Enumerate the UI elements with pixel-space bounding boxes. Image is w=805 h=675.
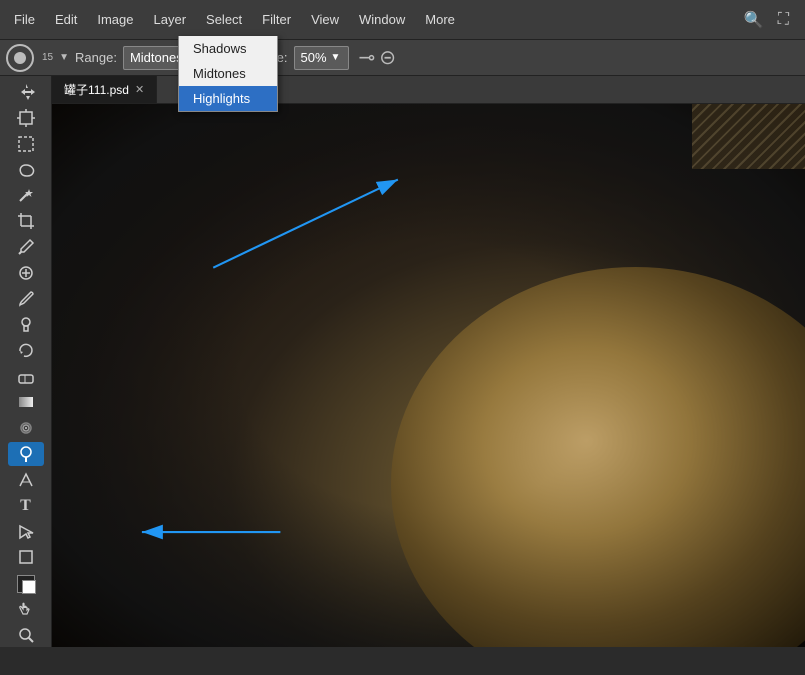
menu-image[interactable]: Image: [87, 0, 143, 39]
search-icon[interactable]: 🔍: [740, 6, 768, 34]
menu-bar: File Edit Image Layer Select Filter View…: [0, 0, 805, 40]
menu-file[interactable]: File: [4, 0, 45, 39]
tool-brush[interactable]: [8, 287, 44, 311]
history-brush-icon: [17, 342, 35, 360]
background-color[interactable]: [22, 580, 36, 594]
tool-eyedropper[interactable]: [8, 235, 44, 259]
tool-move[interactable]: [8, 80, 44, 104]
brush-preview[interactable]: [6, 44, 34, 72]
toolbar: T: [0, 76, 52, 647]
menu-layer[interactable]: Layer: [144, 0, 197, 39]
heal-icon: [17, 264, 35, 282]
tool-crop[interactable]: [8, 209, 44, 233]
options-bar: 15 ▼ Range: Midtones ▼ Exposure: 50% ▼ ⊸…: [0, 40, 805, 76]
brush-size-label: 15: [42, 52, 53, 63]
foreground-color[interactable]: [17, 575, 35, 593]
tab-bar: 罐子111.psd ✕: [52, 76, 805, 104]
tool-marquee[interactable]: [8, 132, 44, 156]
brush-size-arrow[interactable]: ▼: [59, 52, 69, 63]
menu-window[interactable]: Window: [349, 0, 415, 39]
main-area: T 罐子111.psd ✕: [0, 76, 805, 647]
photo-stripes: [692, 104, 805, 169]
tool-heal[interactable]: [8, 261, 44, 285]
move-icon: [16, 82, 36, 102]
brush-circle-inner: [14, 52, 26, 64]
path-select-icon: [17, 523, 35, 541]
tool-pen[interactable]: [8, 468, 44, 492]
tool-lasso[interactable]: [8, 158, 44, 182]
stamp-icon: [17, 316, 35, 334]
tool-shape[interactable]: [8, 545, 44, 569]
tool-history-brush[interactable]: [8, 339, 44, 363]
eraser-icon: [17, 367, 35, 385]
dodge-icon: [17, 445, 35, 463]
brush-style-icons: ⊸ ⊝: [359, 45, 397, 70]
exposure-value[interactable]: 50% ▼: [294, 46, 349, 70]
canvas-area: 罐子111.psd ✕: [52, 76, 805, 647]
tab-close-button[interactable]: ✕: [135, 83, 144, 96]
exposure-arrow: ▼: [331, 52, 341, 63]
tool-stamp[interactable]: [8, 313, 44, 337]
tool-blur[interactable]: [8, 416, 44, 440]
artboard-icon: [17, 109, 35, 127]
fullscreen-icon[interactable]: ⛶: [774, 7, 793, 33]
tool-artboard[interactable]: [8, 106, 44, 130]
pressure-icon[interactable]: ⊝: [379, 45, 396, 70]
hand-icon: [17, 600, 35, 618]
menu-more[interactable]: More: [415, 0, 465, 39]
menu-edit[interactable]: Edit: [45, 0, 87, 39]
tab-file[interactable]: 罐子111.psd ✕: [52, 76, 157, 103]
exposure-number: 50%: [301, 50, 327, 65]
tool-hand[interactable]: [8, 597, 44, 621]
menubar-icons: 🔍 ⛶: [740, 6, 801, 34]
dropdown-shadows[interactable]: Shadows: [179, 36, 277, 61]
range-dropdown-value: Midtones: [130, 50, 183, 65]
tool-type[interactable]: T: [8, 494, 44, 518]
tool-eraser[interactable]: [8, 364, 44, 388]
menu-filter[interactable]: Filter: [252, 0, 301, 39]
shape-icon: [17, 548, 35, 566]
brush-icon: [17, 290, 35, 308]
marquee-icon: [17, 135, 35, 153]
tool-path-select[interactable]: [8, 520, 44, 544]
tab-file-label: 罐子111.psd: [64, 81, 129, 98]
menu-view[interactable]: View: [301, 0, 349, 39]
airbrush-icon[interactable]: ⊸: [359, 45, 376, 70]
tool-gradient[interactable]: [8, 390, 44, 414]
range-label: Range:: [75, 50, 117, 65]
dropdown-midtones[interactable]: Midtones: [179, 61, 277, 86]
image-canvas: [52, 104, 805, 647]
eyedropper-icon: [17, 238, 35, 256]
zoom-icon: [17, 626, 35, 644]
pen-icon: [17, 471, 35, 489]
tool-dodge[interactable]: [8, 442, 44, 466]
blur-icon: [17, 419, 35, 437]
gradient-icon: [17, 393, 35, 411]
range-dropdown-menu: Shadows Midtones Highlights: [178, 36, 278, 112]
tool-magic-wand[interactable]: [8, 183, 44, 207]
color-swatches[interactable]: [17, 575, 35, 593]
magic-wand-icon: [17, 186, 35, 204]
crop-icon: [17, 212, 35, 230]
menu-select[interactable]: Select: [196, 0, 252, 39]
tool-zoom[interactable]: [8, 623, 44, 647]
dropdown-highlights[interactable]: Highlights: [179, 86, 277, 111]
type-label: T: [20, 497, 31, 515]
lasso-icon: [17, 161, 35, 179]
